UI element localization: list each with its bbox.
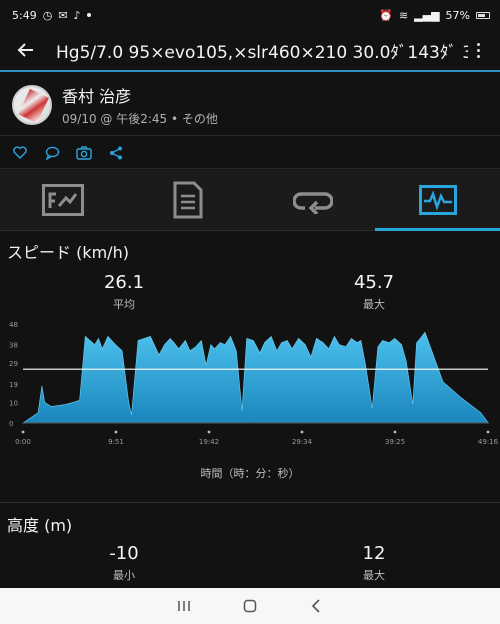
x-tick-mark: [207, 430, 211, 434]
recent-apps-button[interactable]: [151, 588, 217, 624]
loop-icon: [292, 192, 333, 214]
y-tick-label: 48: [9, 321, 18, 329]
recent-apps-icon: [178, 601, 190, 611]
tab-bar: [0, 170, 500, 231]
elevation-max-stat: 12 最大: [314, 543, 434, 583]
status-bar: 5:49 ◷ ✉ ♪ ⏰ ≋ ▂▄▆ 57%: [0, 0, 500, 30]
tab-details[interactable]: [125, 170, 250, 230]
avatar[interactable]: [12, 84, 52, 125]
elevation-min-label: 最小: [113, 569, 135, 582]
speed-area-series: [22, 331, 489, 424]
back-button[interactable]: [283, 588, 349, 624]
activity-date: 09/10 @ 午後2:45 • その他: [62, 111, 218, 126]
battery-percent: 57%: [445, 8, 470, 22]
x-tick-mark: [300, 430, 304, 434]
x-tick-label: 49:16: [478, 438, 499, 446]
back-arrow-icon[interactable]: [12, 36, 40, 64]
x-tick-mark: [486, 430, 490, 434]
chart-icon: [418, 185, 457, 215]
y-tick-label: 29: [9, 360, 18, 368]
tiktok-icon: ♪: [73, 8, 81, 22]
x-tick-label: 39:25: [385, 438, 405, 446]
home-button[interactable]: [217, 588, 283, 624]
y-tick-label: 38: [9, 342, 18, 350]
alarm-icon: ⏰: [379, 8, 393, 22]
battery-icon: [476, 11, 490, 19]
elevation-max-label: 最大: [363, 569, 385, 582]
speed-max-stat: 45.7 最大: [314, 272, 434, 312]
more-options-icon[interactable]: [468, 42, 488, 58]
app-bar: Hg5/7.0 95×evo105,×slr460×210 30.0ﾀﾞ143ﾀ…: [0, 30, 500, 72]
y-tick-label: 0: [9, 420, 13, 428]
tab-charts[interactable]: [375, 170, 500, 231]
share-icon[interactable]: [108, 145, 124, 161]
speed-section-title: スピード (km/h): [7, 243, 129, 262]
camera-icon[interactable]: [76, 145, 92, 161]
x-tick-mark: [21, 430, 25, 434]
elevation-min-stat: -10 最小: [64, 543, 184, 583]
clock-icon: ◷: [42, 8, 53, 22]
elevation-max-value: 12: [362, 543, 386, 564]
speed-avg-value: 26.1: [103, 272, 145, 293]
notification-dot-icon: [86, 13, 91, 17]
back-chevron-icon: [311, 599, 320, 613]
x-tick-mark: [114, 430, 118, 434]
wifi-icon: ≋: [398, 8, 409, 22]
speed-avg-stat: 26.1 平均: [64, 272, 184, 312]
x-tick-label: 19:42: [199, 438, 219, 446]
tab-laps[interactable]: [250, 170, 375, 230]
elevation-section-title: 高度 (m): [7, 516, 73, 535]
section-divider: [0, 502, 500, 503]
signal-icon: ▂▄▆: [414, 8, 440, 22]
speed-chart[interactable]: 0 10 19 29 38 48 0:00 9:51 19:42 29:34 39:25 49:16: [0, 318, 500, 448]
message-icon: ✉: [58, 8, 68, 22]
y-tick-label: 10: [9, 399, 18, 407]
status-time: 5:49: [12, 8, 37, 22]
system-nav-bar: [0, 588, 500, 624]
stats-icon: [41, 184, 84, 216]
activity-title: Hg5/7.0 95×evo105,×slr460×210 30.0ﾀﾞ143ﾀ…: [56, 42, 468, 63]
x-axis-title: 時間（時：分：秒）: [200, 467, 300, 480]
document-icon: [173, 181, 202, 219]
tab-stats[interactable]: [0, 170, 125, 230]
comment-icon[interactable]: [44, 145, 60, 161]
speed-max-label: 最大: [363, 298, 385, 311]
y-tick-label: 19: [9, 381, 18, 389]
x-tick-mark: [393, 430, 397, 434]
speed-avg-label: 平均: [113, 298, 135, 311]
x-tick-label: 29:34: [292, 438, 313, 446]
elevation-min-value: -10: [109, 543, 139, 564]
home-icon: [243, 599, 257, 613]
action-row: [0, 137, 500, 169]
heart-icon[interactable]: [12, 145, 28, 161]
user-name: 香村 治彦: [62, 86, 132, 106]
speed-max-value: 45.7: [353, 272, 395, 293]
x-tick-label: 9:51: [108, 438, 124, 446]
profile-header: 香村 治彦 09/10 @ 午後2:45 • その他: [0, 74, 500, 136]
x-tick-label: 0:00: [15, 438, 31, 446]
